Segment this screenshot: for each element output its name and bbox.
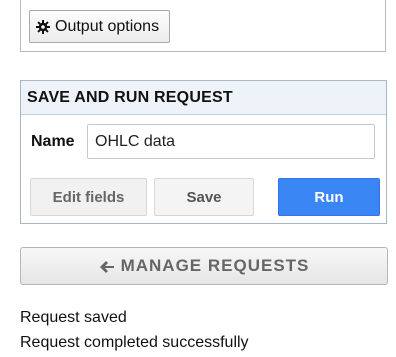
save-run-title: SAVE AND RUN REQUEST xyxy=(21,81,386,115)
name-row: Name xyxy=(31,124,375,159)
run-button[interactable]: Run xyxy=(278,178,380,216)
status-message: Request completed successfully xyxy=(20,334,249,351)
save-button[interactable]: Save xyxy=(154,178,254,216)
manage-requests-label: MANAGE REQUESTS xyxy=(120,256,310,275)
status-message: Request saved xyxy=(20,309,127,326)
manage-requests-button[interactable]: MANAGE REQUESTS xyxy=(20,247,388,285)
output-options-button[interactable]: Output options xyxy=(29,10,170,43)
edit-fields-button[interactable]: Edit fields xyxy=(30,178,147,216)
output-options-label: Output options xyxy=(55,17,160,35)
name-label: Name xyxy=(31,132,75,150)
arrow-left-icon xyxy=(99,259,115,273)
name-input[interactable] xyxy=(87,124,375,159)
save-run-panel: SAVE AND RUN REQUEST Name Edit fields Sa… xyxy=(20,80,387,224)
output-options-panel: Output options xyxy=(20,0,386,52)
page: Output options SAVE AND RUN REQUEST Name… xyxy=(0,0,396,357)
gear-icon xyxy=(36,19,50,34)
